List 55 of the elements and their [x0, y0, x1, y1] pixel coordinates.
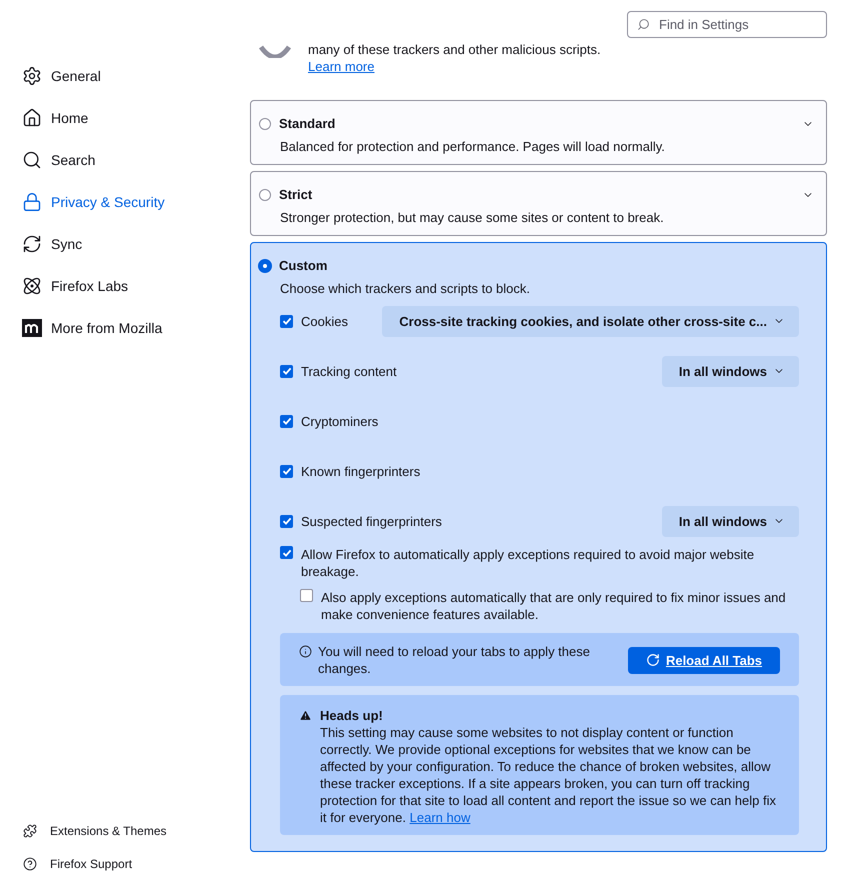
lock-icon: [22, 192, 42, 212]
option-label: Cryptominers: [301, 414, 380, 428]
checkbox[interactable]: [280, 364, 293, 378]
search-field[interactable]: Find in Settings: [627, 11, 827, 38]
checkbox[interactable]: [280, 414, 293, 428]
checkbox[interactable]: [280, 314, 293, 328]
intro-text: many of these trackers and other malicious scripts.: [308, 42, 601, 57]
dropdown[interactable]: In all windows: [662, 356, 799, 386]
option-label: Cookies: [301, 314, 349, 328]
info-icon: [299, 645, 312, 658]
reload-icon: [646, 653, 660, 667]
level-title: Custom: [279, 258, 328, 273]
sidebar-item[interactable]: Sync: [22, 230, 82, 258]
option-label: Suspected fingerprinters: [301, 514, 443, 528]
level-description: Choose which trackers and scripts to block.: [280, 281, 531, 296]
option-label: Tracking content: [301, 364, 398, 378]
learn-more-link[interactable]: Learn more: [308, 59, 601, 74]
option-label: Also apply exceptions automatically that are only required to fix minor issues and make convenience features available.: [321, 589, 787, 623]
settings-icon: [22, 66, 42, 86]
reload-button[interactable]: Reload All Tabs: [628, 646, 780, 674]
dropdown[interactable]: Cross-site tracking cookies, and isolate other cross-site c...: [382, 306, 799, 336]
search-icon: [637, 18, 650, 31]
checkbox[interactable]: [280, 464, 293, 478]
level-title: Standard: [279, 116, 336, 131]
checkbox[interactable]: [280, 514, 293, 528]
puzzle-icon: [23, 824, 37, 838]
sidebar-item[interactable]: Search: [22, 146, 96, 174]
search-icon: [22, 150, 42, 170]
dropdown[interactable]: In all windows: [662, 506, 799, 536]
radio-button[interactable]: [259, 118, 271, 130]
atom-icon: [22, 276, 42, 296]
radio-button[interactable]: [259, 260, 271, 272]
warning-icon: [299, 709, 312, 722]
sync-icon: [22, 234, 42, 254]
level-description: Stronger protection, but may cause some sites or content to break.: [280, 210, 665, 225]
level-description: Balanced for protection and performance. Pages will load normally.: [280, 139, 666, 154]
radio-button[interactable]: [259, 188, 271, 200]
sidebar-item[interactable]: Privacy & Security: [22, 188, 165, 216]
warning-title: Heads up!: [320, 707, 383, 724]
notice-text: You will need to reload your tabs to apply these changes.: [318, 643, 591, 677]
option-label: Known fingerprinters: [301, 464, 422, 478]
home-icon: [22, 108, 42, 128]
sidebar-footer-link[interactable]: Extensions & Themes: [23, 821, 167, 840]
level-title: Strict: [279, 187, 314, 202]
warning-text: This setting may cause some websites to not display content or function correctly. We provide optional exceptions for websites that we know can be affected by your configuration. To reduce the chance of broken websites, allow these tracker exceptions. If a site appears broken, you can turn off tracking protection for that site to load all content and report the issue so we can help fix it for everyone. Learn how: [320, 724, 777, 826]
help-icon: [23, 856, 37, 870]
checkbox[interactable]: [300, 589, 313, 602]
sidebar-footer-link[interactable]: Firefox Support: [23, 854, 132, 873]
checkbox[interactable]: [280, 546, 293, 559]
logo-icon: [22, 319, 42, 337]
sidebar-item[interactable]: More from Mozilla: [22, 314, 162, 342]
sidebar-item[interactable]: General: [22, 62, 101, 90]
option-label: Allow Firefox to automatically apply exceptions required to avoid major website breakage.: [301, 546, 756, 580]
sidebar-item[interactable]: Firefox Labs: [22, 272, 128, 300]
sidebar-item[interactable]: Home: [22, 104, 88, 132]
